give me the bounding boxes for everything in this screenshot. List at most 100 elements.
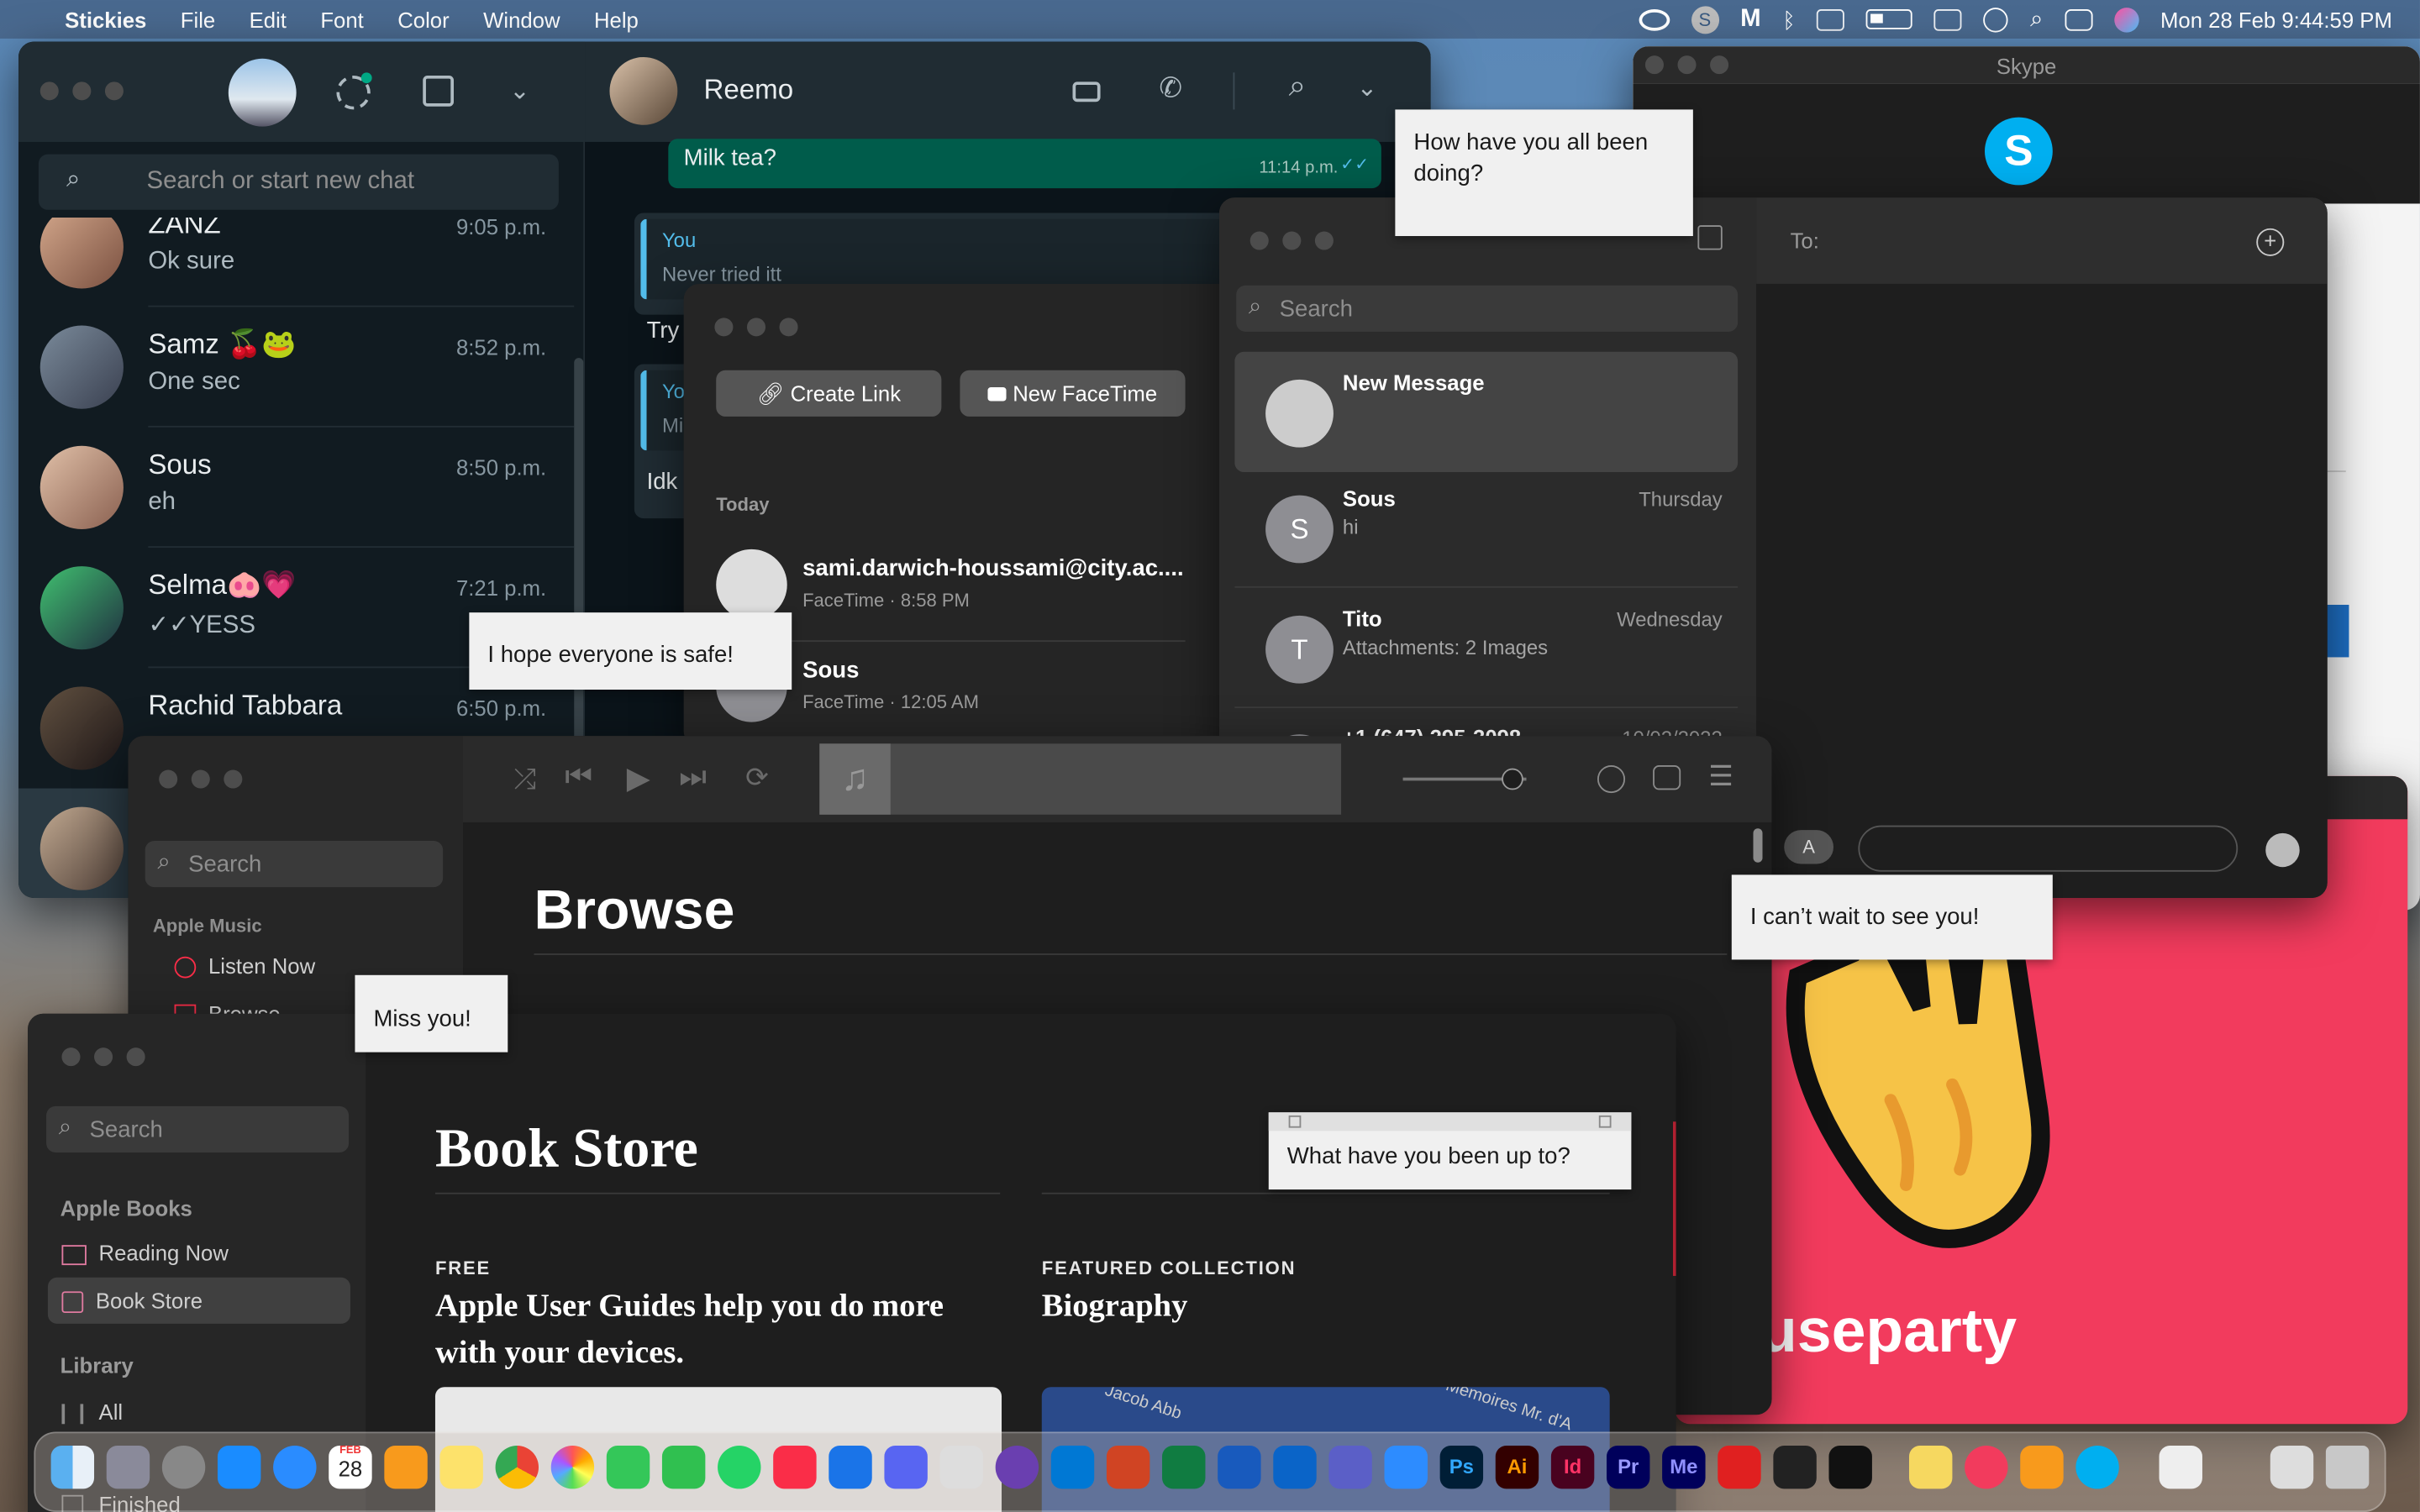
- battery-icon[interactable]: [1866, 9, 1913, 29]
- create-link-button[interactable]: 🔗︎ Create Link: [716, 370, 942, 417]
- minimize-button[interactable]: [1282, 231, 1302, 250]
- input-source-icon[interactable]: [1934, 8, 1963, 30]
- control-center-icon[interactable]: [2065, 8, 2093, 30]
- sidebar-item-listen-now[interactable]: Listen Now: [174, 953, 315, 979]
- close-button[interactable]: [61, 1047, 81, 1067]
- minimize-button[interactable]: [746, 318, 766, 337]
- sticky-note-active[interactable]: What have you been up to?: [1268, 1112, 1632, 1190]
- chat-item[interactable]: Samz 🍒🐸 8:52 p.m. One sec: [18, 307, 575, 428]
- outlook-icon[interactable]: [1273, 1445, 1317, 1489]
- sidebar-item-reading-now[interactable]: Reading Now: [61, 1241, 229, 1265]
- zoom-icon[interactable]: [1384, 1445, 1428, 1489]
- chat-item[interactable]: Sous 8:50 p.m. eh: [18, 428, 575, 549]
- user-icon[interactable]: [1983, 7, 2009, 32]
- sticky-titlebar[interactable]: [1268, 1112, 1632, 1131]
- next-icon[interactable]: ⏭: [679, 760, 707, 795]
- new-facetime-button[interactable]: New FaceTime: [960, 370, 1186, 417]
- unity-icon[interactable]: [1773, 1445, 1817, 1489]
- app-menu[interactable]: Stickies: [65, 7, 146, 31]
- message-input[interactable]: [1858, 825, 2238, 872]
- finder-icon[interactable]: [50, 1445, 95, 1489]
- menu-clock[interactable]: Mon 28 Feb 9:44:59 PM: [2160, 7, 2392, 31]
- search-icon[interactable]: ⌕: [1289, 70, 1307, 105]
- close-button[interactable]: [1249, 231, 1269, 250]
- chevron-down-icon[interactable]: ⌄: [1356, 72, 1377, 103]
- emoji-icon[interactable]: [2265, 832, 2300, 868]
- featured-title[interactable]: Apple User Guides help you do more with …: [435, 1282, 1007, 1374]
- zoom-button[interactable]: [1314, 231, 1334, 250]
- conversation-item[interactable]: S Sous Thursday hi: [1234, 468, 1739, 588]
- github-icon[interactable]: [995, 1445, 1039, 1489]
- document-icon[interactable]: [2159, 1445, 2202, 1489]
- close-button[interactable]: [39, 81, 59, 101]
- notes-icon[interactable]: [439, 1445, 483, 1489]
- photos-icon[interactable]: [550, 1445, 595, 1489]
- sticky-note[interactable]: I can’t wait to see you!: [1731, 874, 2053, 960]
- vscode-icon[interactable]: [1050, 1445, 1095, 1489]
- creative-cloud-icon[interactable]: [1638, 8, 1670, 30]
- powerpoint-icon[interactable]: [1106, 1445, 1150, 1489]
- acrobat-icon[interactable]: [1718, 1445, 1761, 1489]
- chat-item[interactable]: ZANZ 9:05 p.m. Ok sure: [18, 217, 575, 307]
- now-playing-area[interactable]: [819, 743, 1342, 815]
- xcode-icon[interactable]: [829, 1445, 872, 1489]
- app-store-icon[interactable]: [217, 1445, 261, 1489]
- close-box-icon[interactable]: [1288, 1115, 1302, 1128]
- zoom-button[interactable]: [224, 769, 243, 789]
- unity-hub-icon[interactable]: [1828, 1445, 1872, 1489]
- menu-font[interactable]: Font: [320, 7, 363, 31]
- inkscape-icon[interactable]: [939, 1445, 983, 1489]
- launchpad-icon[interactable]: [106, 1445, 150, 1489]
- scrollbar[interactable]: [1753, 828, 1763, 863]
- messages-search-input[interactable]: ⌕ Search: [1236, 285, 1739, 332]
- skype-icon[interactable]: [2075, 1445, 2119, 1489]
- keyboard-icon[interactable]: [1817, 8, 1845, 30]
- system-preferences-icon[interactable]: [161, 1445, 206, 1489]
- close-button[interactable]: [714, 318, 734, 337]
- contact-avatar[interactable]: [609, 56, 678, 125]
- downloads-stack-icon[interactable]: [2270, 1445, 2314, 1489]
- conversation-item[interactable]: T Tito Wednesday Attachments: 2 Images: [1234, 588, 1739, 709]
- bluetooth-icon[interactable]: ᛒ: [1782, 7, 1795, 31]
- app-store-icon[interactable]: A: [1784, 830, 1833, 864]
- sticky-note[interactable]: How have you all been doing?: [1395, 109, 1693, 237]
- close-button[interactable]: [159, 769, 178, 789]
- video-call-icon[interactable]: [1072, 81, 1101, 102]
- whatsapp-icon[interactable]: [718, 1445, 761, 1489]
- houseparty-icon[interactable]: [1965, 1445, 2008, 1489]
- scrollbar[interactable]: [574, 358, 584, 759]
- new-chat-icon[interactable]: [423, 75, 454, 107]
- zoom-button[interactable]: [779, 318, 798, 337]
- add-recipient-icon[interactable]: +: [2256, 228, 2285, 256]
- music-search-input[interactable]: ⌕ Search: [145, 841, 444, 888]
- illustrator-icon[interactable]: Ai: [1495, 1445, 1539, 1489]
- collection-title[interactable]: Biography: [1042, 1282, 1188, 1328]
- contact-name[interactable]: Reemo: [704, 74, 794, 107]
- chat-search-input[interactable]: ⌕ Search or start new chat: [38, 154, 559, 210]
- play-icon[interactable]: ▶: [627, 759, 650, 798]
- stickies-icon[interactable]: [1908, 1445, 1953, 1489]
- chevron-down-icon[interactable]: ⌄: [509, 76, 530, 107]
- previous-icon[interactable]: ⏮: [565, 760, 592, 795]
- minimize-button[interactable]: [94, 1047, 113, 1067]
- compose-icon[interactable]: [1697, 225, 1723, 250]
- siri-icon[interactable]: [2113, 7, 2139, 32]
- sidebar-item-all[interactable]: All: [61, 1399, 123, 1424]
- music-icon[interactable]: [773, 1445, 817, 1489]
- volume-knob[interactable]: [1502, 768, 1523, 790]
- lyrics-icon[interactable]: [1653, 765, 1681, 790]
- teams-icon[interactable]: [1328, 1445, 1372, 1489]
- pages-icon[interactable]: [384, 1445, 428, 1489]
- trash-icon[interactable]: [2325, 1445, 2370, 1489]
- zoom-button[interactable]: [126, 1047, 145, 1067]
- media-encoder-icon[interactable]: Me: [1662, 1445, 1706, 1489]
- discord-icon[interactable]: [884, 1445, 928, 1489]
- facetime-icon[interactable]: [661, 1445, 706, 1489]
- airplay-icon[interactable]: [1597, 765, 1626, 794]
- photoshop-icon[interactable]: Ps: [1439, 1445, 1484, 1489]
- skype-menu-icon[interactable]: S: [1691, 5, 1719, 34]
- minimize-button[interactable]: [191, 769, 210, 789]
- excel-icon[interactable]: [1162, 1445, 1206, 1489]
- menu-window[interactable]: Window: [483, 7, 560, 31]
- repeat-icon[interactable]: ⟳: [745, 762, 769, 795]
